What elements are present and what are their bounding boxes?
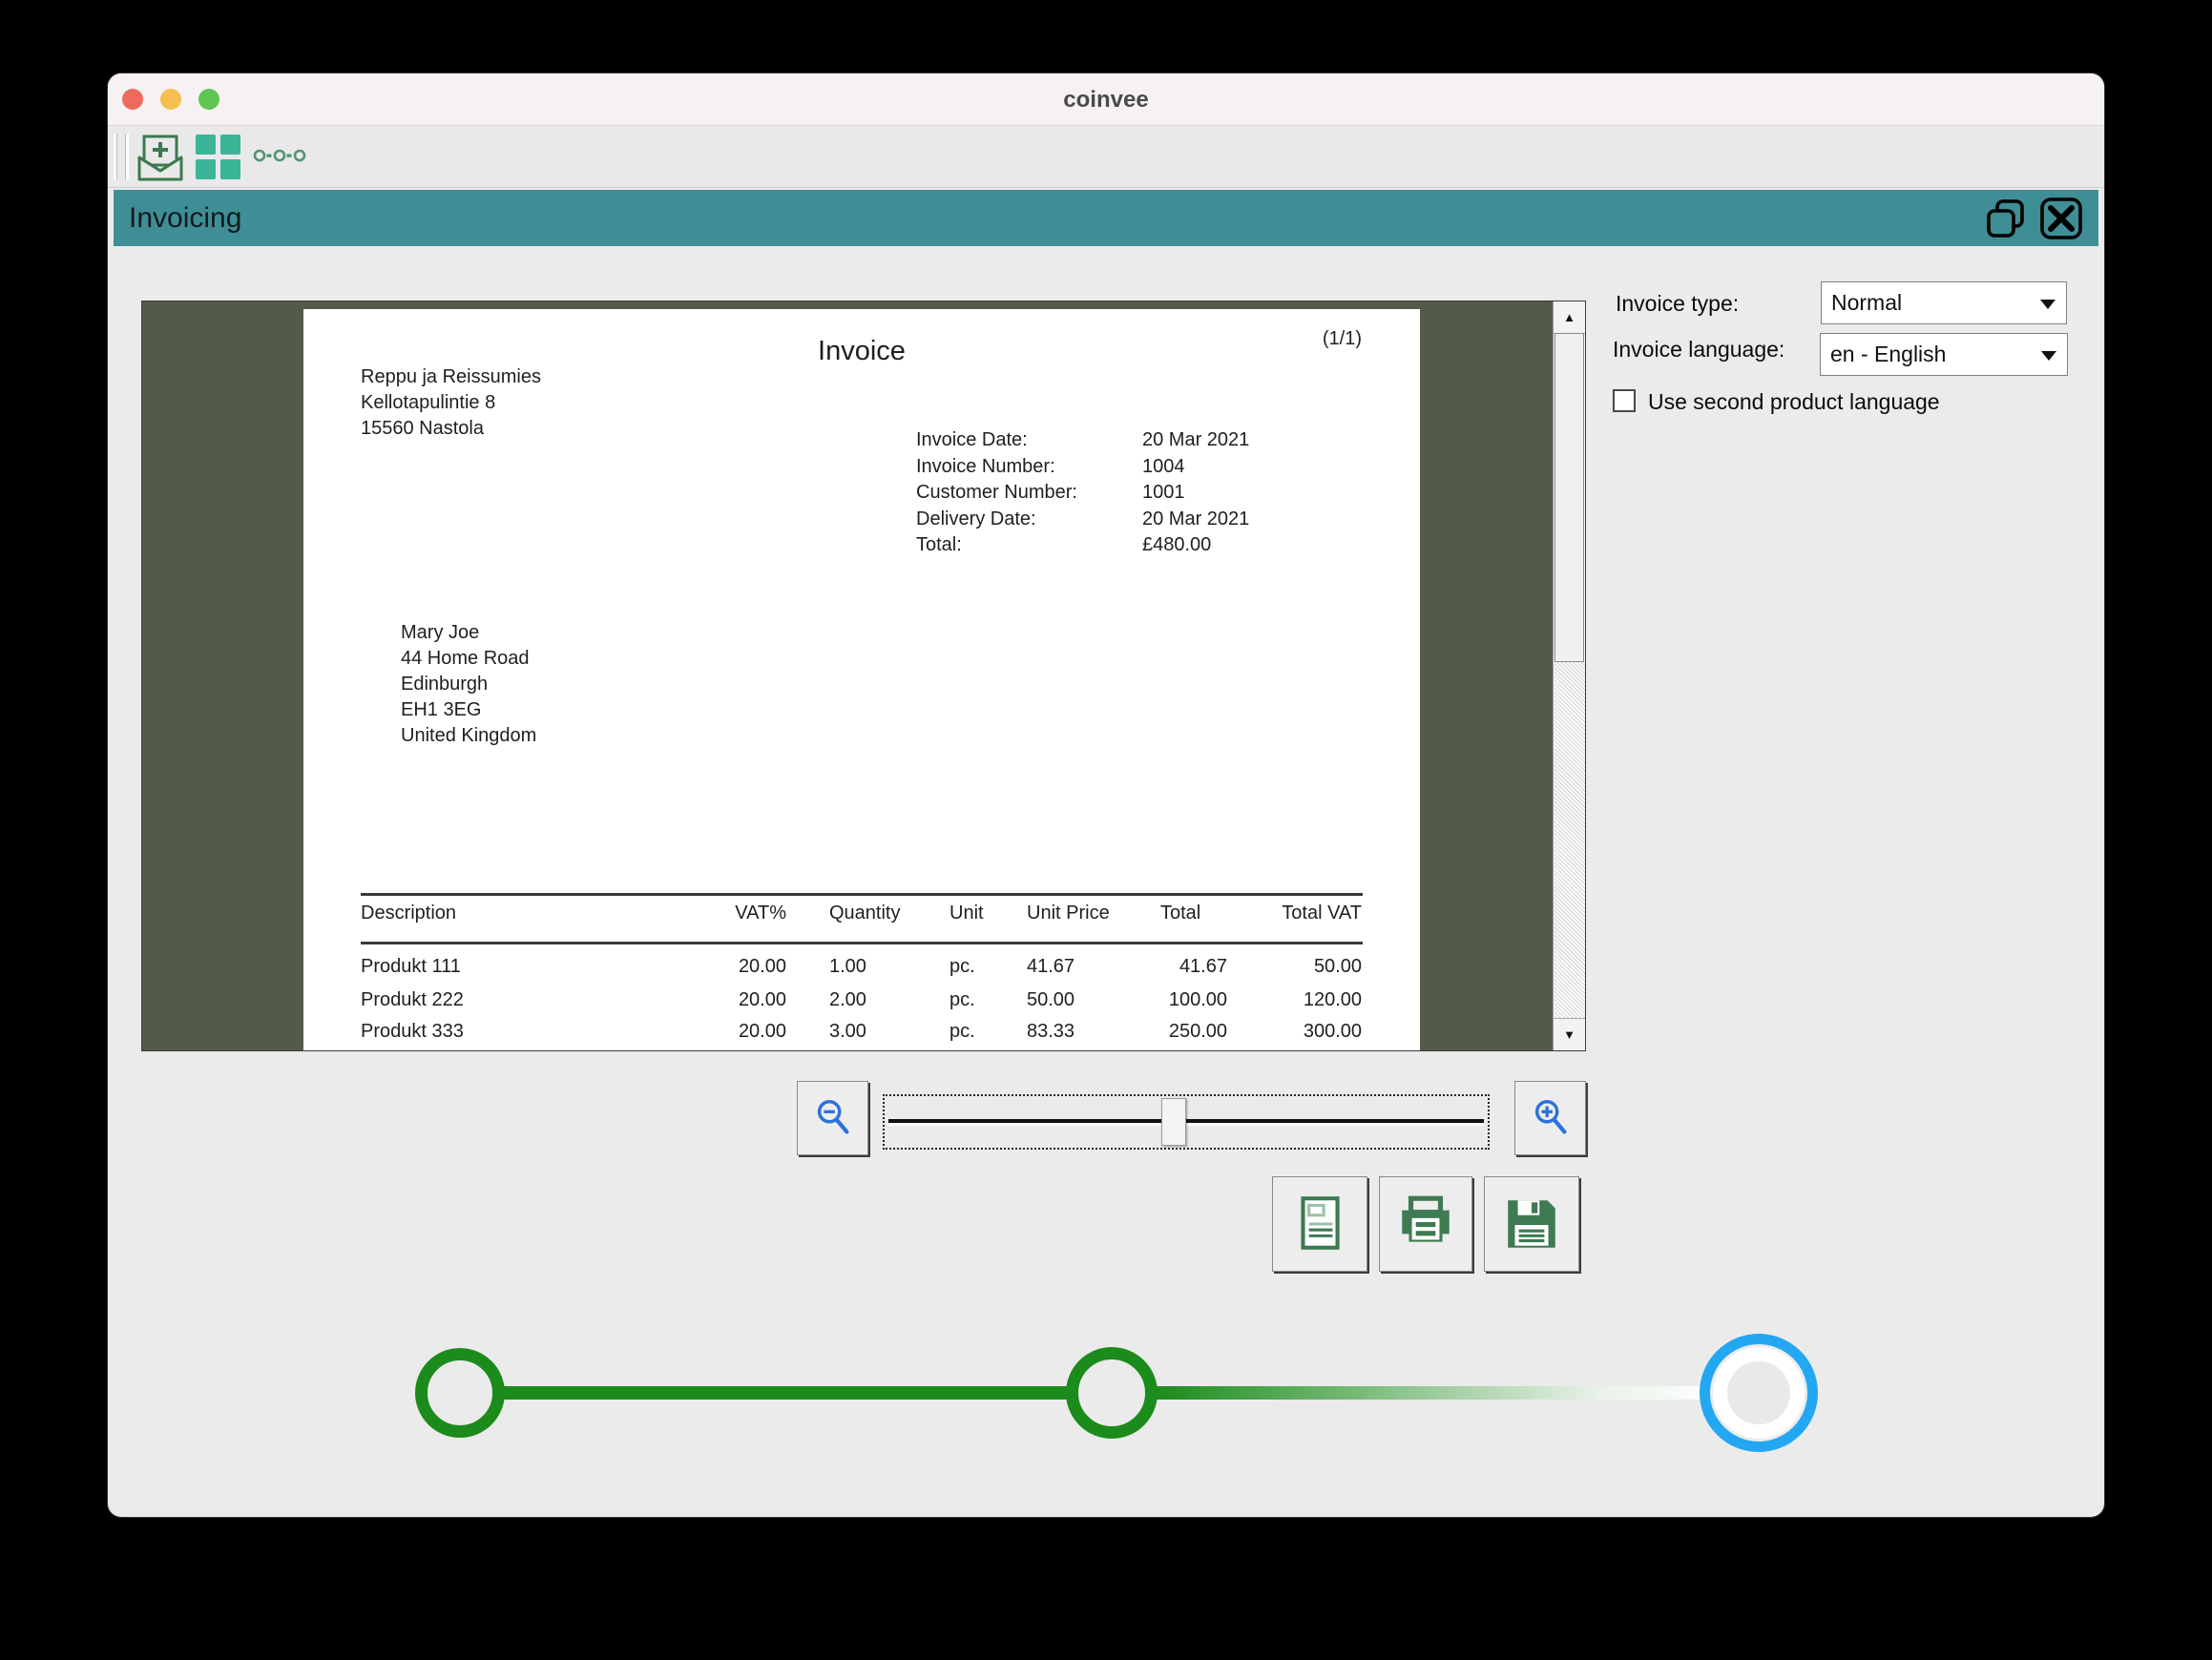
- scroll-down-icon[interactable]: ▼: [1554, 1018, 1585, 1050]
- close-panel-icon[interactable]: [2039, 197, 2083, 240]
- invoice-title: Invoice: [303, 336, 1420, 367]
- save-floppy-icon: [1500, 1193, 1563, 1255]
- print-button[interactable]: [1379, 1176, 1472, 1272]
- table-row: Produkt 111 20.00 1.00 pc. 41.67 41.67 5…: [361, 956, 1363, 978]
- invoice-language-value: en - English: [1830, 334, 1946, 375]
- workflow-chain-icon[interactable]: [253, 147, 306, 169]
- scrollbar-thumb[interactable]: [1555, 333, 1584, 662]
- save-button[interactable]: [1484, 1176, 1579, 1272]
- preview-document-button[interactable]: [1272, 1176, 1367, 1272]
- zoom-in-magnifier-icon: [1529, 1096, 1573, 1140]
- preview-scrollbar[interactable]: ▲ ▼: [1553, 301, 1585, 1050]
- zoom-in-button[interactable]: [1514, 1081, 1586, 1155]
- zoom-out-button[interactable]: [797, 1081, 868, 1155]
- use-second-language-checkbox[interactable]: [1613, 389, 1636, 412]
- use-second-language-label: Use second product language: [1648, 389, 1940, 415]
- progress-step-1-icon[interactable]: [415, 1348, 505, 1438]
- page-indicator: (1/1): [1323, 328, 1362, 350]
- table-row: Produkt 333 20.00 3.00 pc. 83.33 250.00 …: [361, 1021, 1363, 1043]
- modules-grid-icon[interactable]: [196, 135, 241, 185]
- progress-connector-active: [1156, 1386, 1700, 1400]
- zoom-out-magnifier-icon: [811, 1096, 855, 1140]
- scroll-up-icon[interactable]: ▲: [1554, 301, 1585, 334]
- title-bar: coinvee: [108, 73, 2104, 126]
- table-header-rule: [361, 942, 1363, 944]
- toolbar: [108, 126, 2104, 188]
- invoice-preview-viewport: Invoice (1/1) Reppu ja Reissumies Kellot…: [141, 301, 1586, 1051]
- invoice-language-label: Invoice language:: [1613, 337, 1784, 363]
- invoice-language-dropdown[interactable]: en - English: [1820, 333, 2068, 376]
- chevron-down-icon: [2041, 351, 2056, 361]
- invoice-meta: Invoice Date:20 Mar 2021 Invoice Number:…: [916, 427, 1249, 559]
- window-title: coinvee: [108, 73, 2104, 125]
- zoom-slider[interactable]: [883, 1094, 1490, 1150]
- table-header-row: Description VAT% Quantity Unit Unit Pric…: [361, 903, 1363, 924]
- progress-step-2-icon[interactable]: [1066, 1347, 1158, 1439]
- invoice-type-dropdown[interactable]: Normal: [1821, 281, 2067, 324]
- restore-panel-icon[interactable]: [1984, 197, 2028, 240]
- scrollbar-track[interactable]: [1555, 662, 1585, 1019]
- invoicing-panel-header: Invoicing: [114, 190, 2098, 246]
- chevron-down-icon: [2040, 300, 2055, 309]
- recipient-address: Mary Joe 44 Home Road Edinburgh EH1 3EG …: [401, 620, 536, 749]
- sender-address: Reppu ja Reissumies Kellotapulintie 8 15…: [361, 364, 541, 442]
- table-row: Produkt 222 20.00 2.00 pc. 50.00 100.00 …: [361, 989, 1363, 1011]
- invoice-type-value: Normal: [1831, 282, 1902, 323]
- progress-step-3-inner-ring: [1713, 1347, 1805, 1439]
- document-icon: [1288, 1193, 1351, 1255]
- app-window: coinvee: [108, 73, 2104, 1517]
- progress-step-3-icon[interactable]: [1700, 1334, 1818, 1452]
- invoice-page: Invoice (1/1) Reppu ja Reissumies Kellot…: [303, 309, 1420, 1050]
- printer-icon: [1394, 1193, 1457, 1255]
- zoom-slider-groove: [888, 1119, 1484, 1123]
- panel-title: Invoicing: [129, 190, 241, 246]
- progress-connector-done: [503, 1386, 1068, 1400]
- table-top-rule: [361, 893, 1363, 896]
- zoom-slider-thumb[interactable]: [1161, 1098, 1186, 1146]
- invoice-type-label: Invoice type:: [1616, 291, 1739, 317]
- new-invoice-envelope-icon[interactable]: [136, 133, 185, 187]
- toolbar-drag-handle[interactable]: [114, 134, 129, 179]
